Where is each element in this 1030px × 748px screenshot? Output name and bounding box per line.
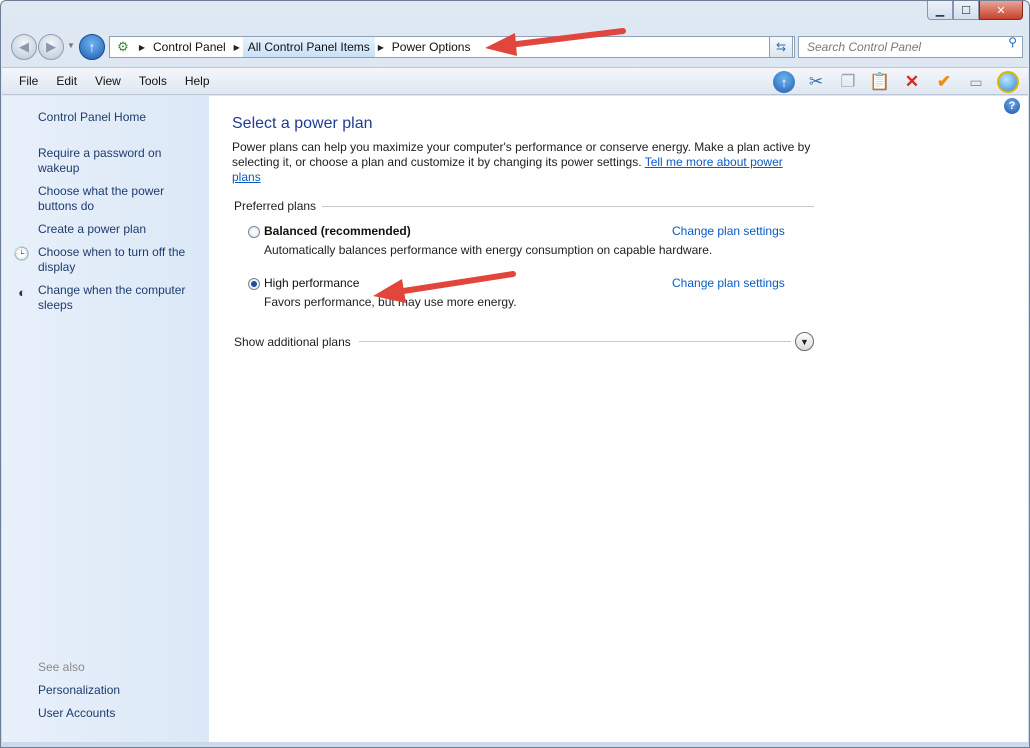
personalization-link[interactable]: Personalization: [38, 683, 203, 698]
high-performance-plan-name[interactable]: High performance: [264, 276, 359, 290]
preferred-plans-header: Preferred plans: [234, 199, 814, 213]
menu-view[interactable]: View: [86, 74, 130, 88]
breadcrumb-power-options[interactable]: Power Options: [387, 37, 476, 57]
create-power-plan-link[interactable]: Create a power plan: [38, 222, 203, 237]
properties-icon[interactable]: ▭: [962, 70, 990, 94]
menu: File Edit View Tools Help: [10, 74, 219, 88]
user-accounts-link[interactable]: User Accounts: [38, 706, 203, 721]
display-clock-icon: 🕒: [13, 246, 31, 261]
up-icon[interactable]: ↑: [770, 70, 798, 94]
high-performance-change-settings-link[interactable]: Change plan settings: [672, 276, 785, 290]
forward-button[interactable]: ▶: [38, 34, 64, 60]
refresh-button[interactable]: ⇆: [769, 36, 793, 58]
up-level-button[interactable]: ↑: [79, 34, 105, 60]
main-content: Select a power plan Power plans can help…: [232, 96, 1022, 742]
search-icon[interactable]: ⚲: [1008, 35, 1017, 49]
turn-off-display-link[interactable]: Choose when to turn off the display: [38, 245, 203, 275]
menu-file[interactable]: File: [10, 74, 47, 88]
breadcrumb-control-panel[interactable]: Control Panel: [148, 37, 231, 57]
computer-sleeps-link[interactable]: Change when the computer sleeps: [38, 283, 203, 313]
show-additional-plans-label[interactable]: Show additional plans: [234, 335, 359, 349]
show-additional-plans[interactable]: Show additional plans ▼: [234, 332, 814, 351]
high-performance-radio[interactable]: [248, 278, 260, 290]
balanced-plan-name[interactable]: Balanced (recommended): [264, 224, 411, 238]
task-pane: Control Panel Home Require a password on…: [2, 96, 209, 742]
content-frame: Control Panel Home Require a password on…: [2, 96, 1028, 742]
maximize-button[interactable]: ☐: [953, 1, 979, 20]
annotation-arrow-address: [485, 28, 626, 56]
cut-icon[interactable]: ✂: [802, 70, 830, 94]
menu-help[interactable]: Help: [176, 74, 219, 88]
balanced-plan-description: Automatically balances performance with …: [264, 243, 713, 257]
page-title: Select a power plan: [232, 115, 373, 132]
menu-tools[interactable]: Tools: [130, 74, 176, 88]
close-button[interactable]: ✕: [979, 1, 1023, 20]
address-bar[interactable]: ⚙ ▶ Control Panel ▶ All Control Panel It…: [109, 36, 795, 58]
divider: [322, 205, 814, 207]
search-input[interactable]: Search Control Panel: [798, 36, 1023, 58]
breadcrumb-separator-icon[interactable]: ▶: [136, 37, 148, 57]
breadcrumb-all-items[interactable]: All Control Panel Items: [242, 37, 375, 57]
power-buttons-link[interactable]: Choose what the power buttons do: [38, 184, 203, 214]
balanced-change-settings-link[interactable]: Change plan settings: [672, 224, 785, 238]
back-arrow-icon: ◀: [19, 39, 29, 54]
delete-icon[interactable]: ✕: [898, 70, 926, 94]
annotation-arrow-high-performance: [373, 271, 516, 303]
divider: [358, 341, 791, 342]
moon-icon: ◐: [18, 284, 26, 300]
explorer-window: ▁ ☐ ✕ ◀ ▶ ▼ ↑ ⚙ ▶ Control Panel ▶ All Co…: [0, 0, 1030, 748]
minimize-button[interactable]: ▁: [927, 1, 953, 20]
checkmark-icon[interactable]: ✔: [930, 70, 958, 94]
shell-icon[interactable]: [994, 70, 1022, 94]
back-button[interactable]: ◀: [11, 34, 37, 60]
copy-icon[interactable]: ❐: [834, 70, 862, 94]
preferred-plans-label: Preferred plans: [234, 199, 317, 213]
control-panel-icon: ⚙: [117, 39, 129, 54]
require-password-link[interactable]: Require a password on wakeup: [38, 146, 203, 176]
control-panel-home-link[interactable]: Control Panel Home: [38, 110, 203, 125]
chevron-down-icon[interactable]: ▼: [795, 332, 814, 351]
see-also-label: See also: [38, 660, 85, 674]
breadcrumb-separator-icon[interactable]: ▶: [231, 37, 243, 57]
caption-buttons: ▁ ☐ ✕: [927, 1, 1023, 21]
balanced-radio[interactable]: [248, 226, 260, 238]
recent-pages-dropdown-icon[interactable]: ▼: [67, 41, 75, 50]
menu-edit[interactable]: Edit: [47, 74, 86, 88]
refresh-icon: ⇆: [775, 40, 787, 54]
intro-text: Power plans can help you maximize your c…: [232, 140, 812, 185]
breadcrumb-separator-icon[interactable]: ▶: [375, 37, 387, 57]
up-arrow-icon: ↑: [88, 39, 96, 55]
menu-bar: File Edit View Tools Help ↑ ✂ ❐ 📋 ✕ ✔ ▭: [2, 67, 1028, 95]
toolbar: ↑ ✂ ❐ 📋 ✕ ✔ ▭: [770, 70, 1022, 94]
paste-icon[interactable]: 📋: [866, 70, 894, 94]
forward-arrow-icon: ▶: [46, 39, 56, 54]
